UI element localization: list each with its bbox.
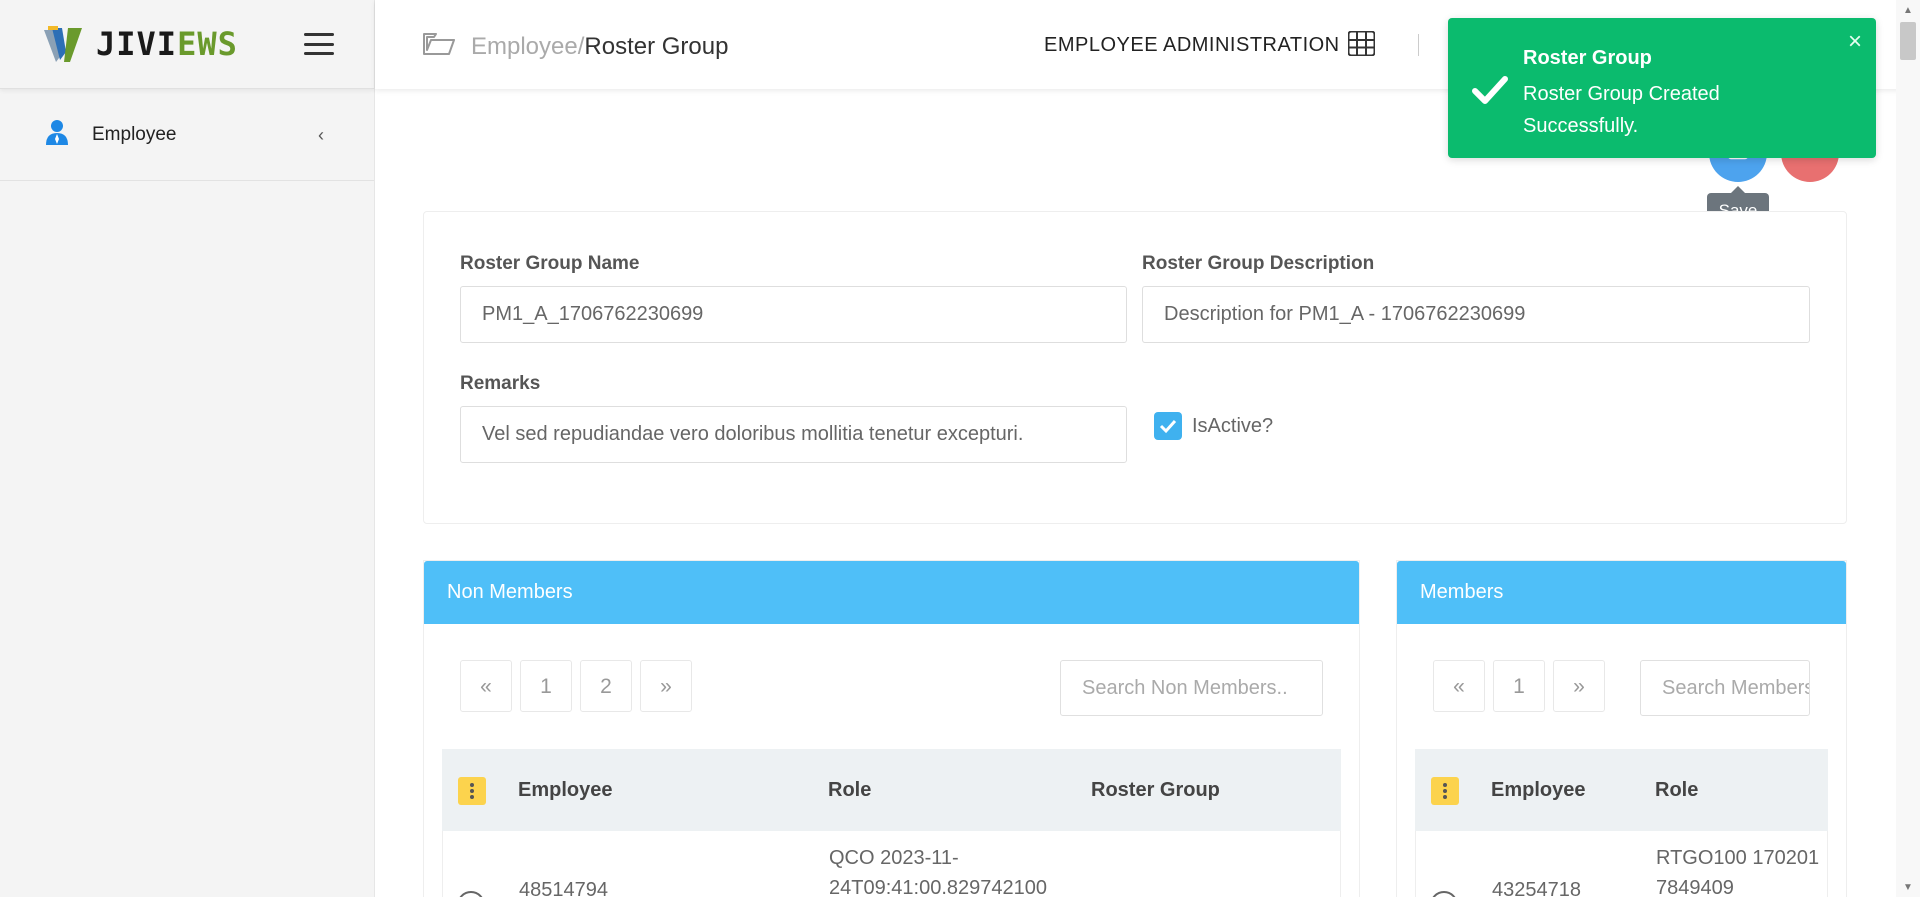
- column-header-role[interactable]: Role: [828, 779, 871, 802]
- breadcrumb-root[interactable]: Employee/: [471, 33, 584, 61]
- roster-group-name-label: Roster Group Name: [460, 253, 640, 274]
- search-members-input[interactable]: [1640, 660, 1810, 716]
- header-divider: [1418, 34, 1419, 56]
- brand-name-part2: EWS: [177, 25, 238, 63]
- scrollbar-thumb[interactable]: [1900, 22, 1916, 60]
- cell-role: RTGO100 1702017849409: [1656, 847, 1820, 897]
- vertical-scrollbar[interactable]: ▲ ▼: [1896, 0, 1920, 897]
- isactive-label: IsActive?: [1192, 415, 1274, 437]
- isactive-checkbox[interactable]: [1154, 412, 1182, 440]
- table-row[interactable]: 43254718 RTGO100 1702017849409: [1415, 831, 1828, 897]
- breadcrumb: Employee/Roster Group: [423, 30, 728, 63]
- toast-close-icon[interactable]: ×: [1848, 28, 1862, 56]
- row-select-radio[interactable]: [457, 891, 485, 897]
- roster-group-description-input[interactable]: [1142, 286, 1810, 343]
- check-icon: [1159, 419, 1177, 434]
- roster-group-description-label: Roster Group Description: [1142, 253, 1375, 274]
- column-header-role[interactable]: Role: [1655, 779, 1698, 802]
- pager-page-2[interactable]: 2: [580, 660, 632, 712]
- non-members-table-header: Employee Role Roster Group: [442, 749, 1341, 831]
- toast-title: Roster Group: [1523, 47, 1652, 69]
- chevron-left-icon[interactable]: ‹: [318, 125, 324, 146]
- cell-employee: 43254718: [1492, 879, 1581, 897]
- folder-open-icon: [423, 30, 455, 63]
- remarks-label: Remarks: [460, 373, 541, 394]
- pager-prev[interactable]: «: [460, 660, 512, 712]
- pager-next[interactable]: »: [640, 660, 692, 712]
- toast-message: Roster Group Created Successfully.: [1523, 83, 1720, 137]
- module-title: EMPLOYEE ADMINISTRATION: [1044, 34, 1340, 56]
- column-header-employee[interactable]: Employee: [1491, 779, 1585, 802]
- members-title: Members: [1397, 561, 1846, 624]
- pager-page-1[interactable]: 1: [520, 660, 572, 712]
- table-row[interactable]: 48514794 QCO 2023-11-24T09:41:00.8297421…: [442, 831, 1341, 897]
- brand-name-part1: JIVI: [96, 25, 178, 63]
- roster-group-name-input[interactable]: [460, 286, 1127, 343]
- row-select-radio[interactable]: [1430, 891, 1458, 897]
- apps-grid-icon[interactable]: [1347, 30, 1376, 57]
- scroll-down-icon[interactable]: ▼: [1903, 882, 1913, 893]
- brand-name: JIVIEWS: [96, 25, 238, 63]
- search-non-members-input[interactable]: [1060, 660, 1323, 716]
- members-table-header: Employee Role: [1415, 749, 1828, 831]
- column-options-icon[interactable]: [458, 777, 486, 805]
- breadcrumb-current: Roster Group: [584, 32, 729, 60]
- scroll-up-icon[interactable]: ▲: [1903, 5, 1913, 16]
- pager-page-1[interactable]: 1: [1493, 660, 1545, 712]
- members-pagination: « 1 »: [1433, 660, 1613, 712]
- sidebar: JIVIEWS Employee ‹: [0, 0, 375, 897]
- sidebar-item-label: Employee: [92, 123, 177, 145]
- brand-bar: JIVIEWS: [0, 0, 374, 89]
- menu-toggle-icon[interactable]: [304, 33, 334, 55]
- cell-employee: 48514794: [519, 879, 608, 897]
- success-toast: Roster Group Roster Group Created Succes…: [1448, 18, 1876, 158]
- column-header-roster-group[interactable]: Roster Group: [1091, 779, 1220, 802]
- cell-role: QCO 2023-11-24T09:41:00.829742100: [829, 847, 1047, 897]
- user-icon: [46, 119, 68, 150]
- non-members-title: Non Members: [424, 561, 1359, 624]
- column-options-icon[interactable]: [1431, 777, 1459, 805]
- remarks-input[interactable]: [460, 406, 1127, 463]
- pager-prev[interactable]: «: [1433, 660, 1485, 712]
- sidebar-item-employee[interactable]: Employee ‹: [0, 89, 374, 181]
- brand-logo-icon: [42, 24, 86, 64]
- column-header-employee[interactable]: Employee: [518, 779, 612, 802]
- checkmark-icon: [1470, 70, 1510, 110]
- non-members-pagination: « 1 2 »: [460, 660, 700, 712]
- pager-next[interactable]: »: [1553, 660, 1605, 712]
